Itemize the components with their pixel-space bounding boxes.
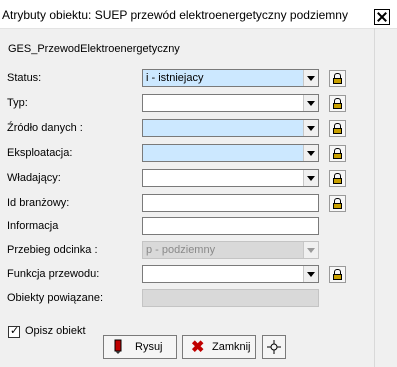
lock-icon[interactable] xyxy=(329,95,346,112)
industry-id-label: Id branżowy: xyxy=(7,197,70,209)
window-divider xyxy=(374,28,375,367)
data-source-label: Źródło danych : xyxy=(7,122,83,134)
operation-label: Eksploatacja: xyxy=(7,147,73,159)
lock-icon[interactable] xyxy=(329,70,346,87)
cable-function-select[interactable] xyxy=(142,265,319,283)
owner-select[interactable] xyxy=(142,169,319,187)
close-button-label: Zamknij xyxy=(212,341,251,353)
chevron-down-icon xyxy=(303,242,318,258)
draw-button-label: Rysuj xyxy=(135,341,163,353)
status-value: i - istniejacy xyxy=(146,72,204,84)
chevron-down-icon[interactable] xyxy=(303,145,318,161)
segment-route-label: Przebieg odcinka : xyxy=(7,244,98,256)
industry-id-input[interactable] xyxy=(142,194,319,212)
segment-route-value: p - podziemny xyxy=(146,244,216,256)
pencil-icon xyxy=(114,339,122,354)
lock-icon[interactable] xyxy=(329,195,346,212)
type-label: Typ: xyxy=(7,97,28,109)
chevron-down-icon[interactable] xyxy=(303,95,318,111)
chevron-down-icon[interactable] xyxy=(303,120,318,136)
information-input[interactable] xyxy=(142,217,319,235)
close-window-icon[interactable] xyxy=(374,9,390,25)
crosshair-icon xyxy=(267,340,281,354)
describe-object-checkbox[interactable] xyxy=(8,324,20,338)
chevron-down-icon[interactable] xyxy=(303,266,318,282)
title-bar: Atrybuty obiektu: SUEP przewód elektroen… xyxy=(0,0,397,29)
close-button[interactable]: ✖ Zamknij xyxy=(182,335,256,359)
lock-icon[interactable] xyxy=(329,170,346,187)
segment-route-select: p - podziemny xyxy=(142,241,319,259)
operation-select[interactable] xyxy=(142,144,319,162)
locate-button[interactable] xyxy=(262,335,286,359)
status-select[interactable]: i - istniejacy xyxy=(142,69,319,87)
related-objects-label: Obiekty powiązane: xyxy=(7,292,103,304)
status-label: Status: xyxy=(7,72,42,84)
lock-icon[interactable] xyxy=(329,145,346,162)
information-label: Informacja xyxy=(7,220,59,232)
object-class-name: GES_PrzewodElektroenergetyczny xyxy=(8,43,180,55)
lock-icon[interactable] xyxy=(329,266,346,283)
owner-label: Władający: xyxy=(7,172,61,184)
data-source-select[interactable] xyxy=(142,119,319,137)
window-title: Atrybuty obiektu: SUEP przewód elektroen… xyxy=(2,8,348,22)
describe-object-label: Opisz obiekt xyxy=(25,325,86,337)
type-select[interactable] xyxy=(142,94,319,112)
draw-button[interactable]: Rysuj xyxy=(103,335,177,359)
lock-icon[interactable] xyxy=(329,120,346,137)
chevron-down-icon[interactable] xyxy=(303,170,318,186)
cable-function-label: Funkcja przewodu: xyxy=(7,268,100,280)
close-x-icon: ✖ xyxy=(191,339,205,356)
related-objects-field xyxy=(142,289,319,307)
chevron-down-icon[interactable] xyxy=(303,70,318,86)
